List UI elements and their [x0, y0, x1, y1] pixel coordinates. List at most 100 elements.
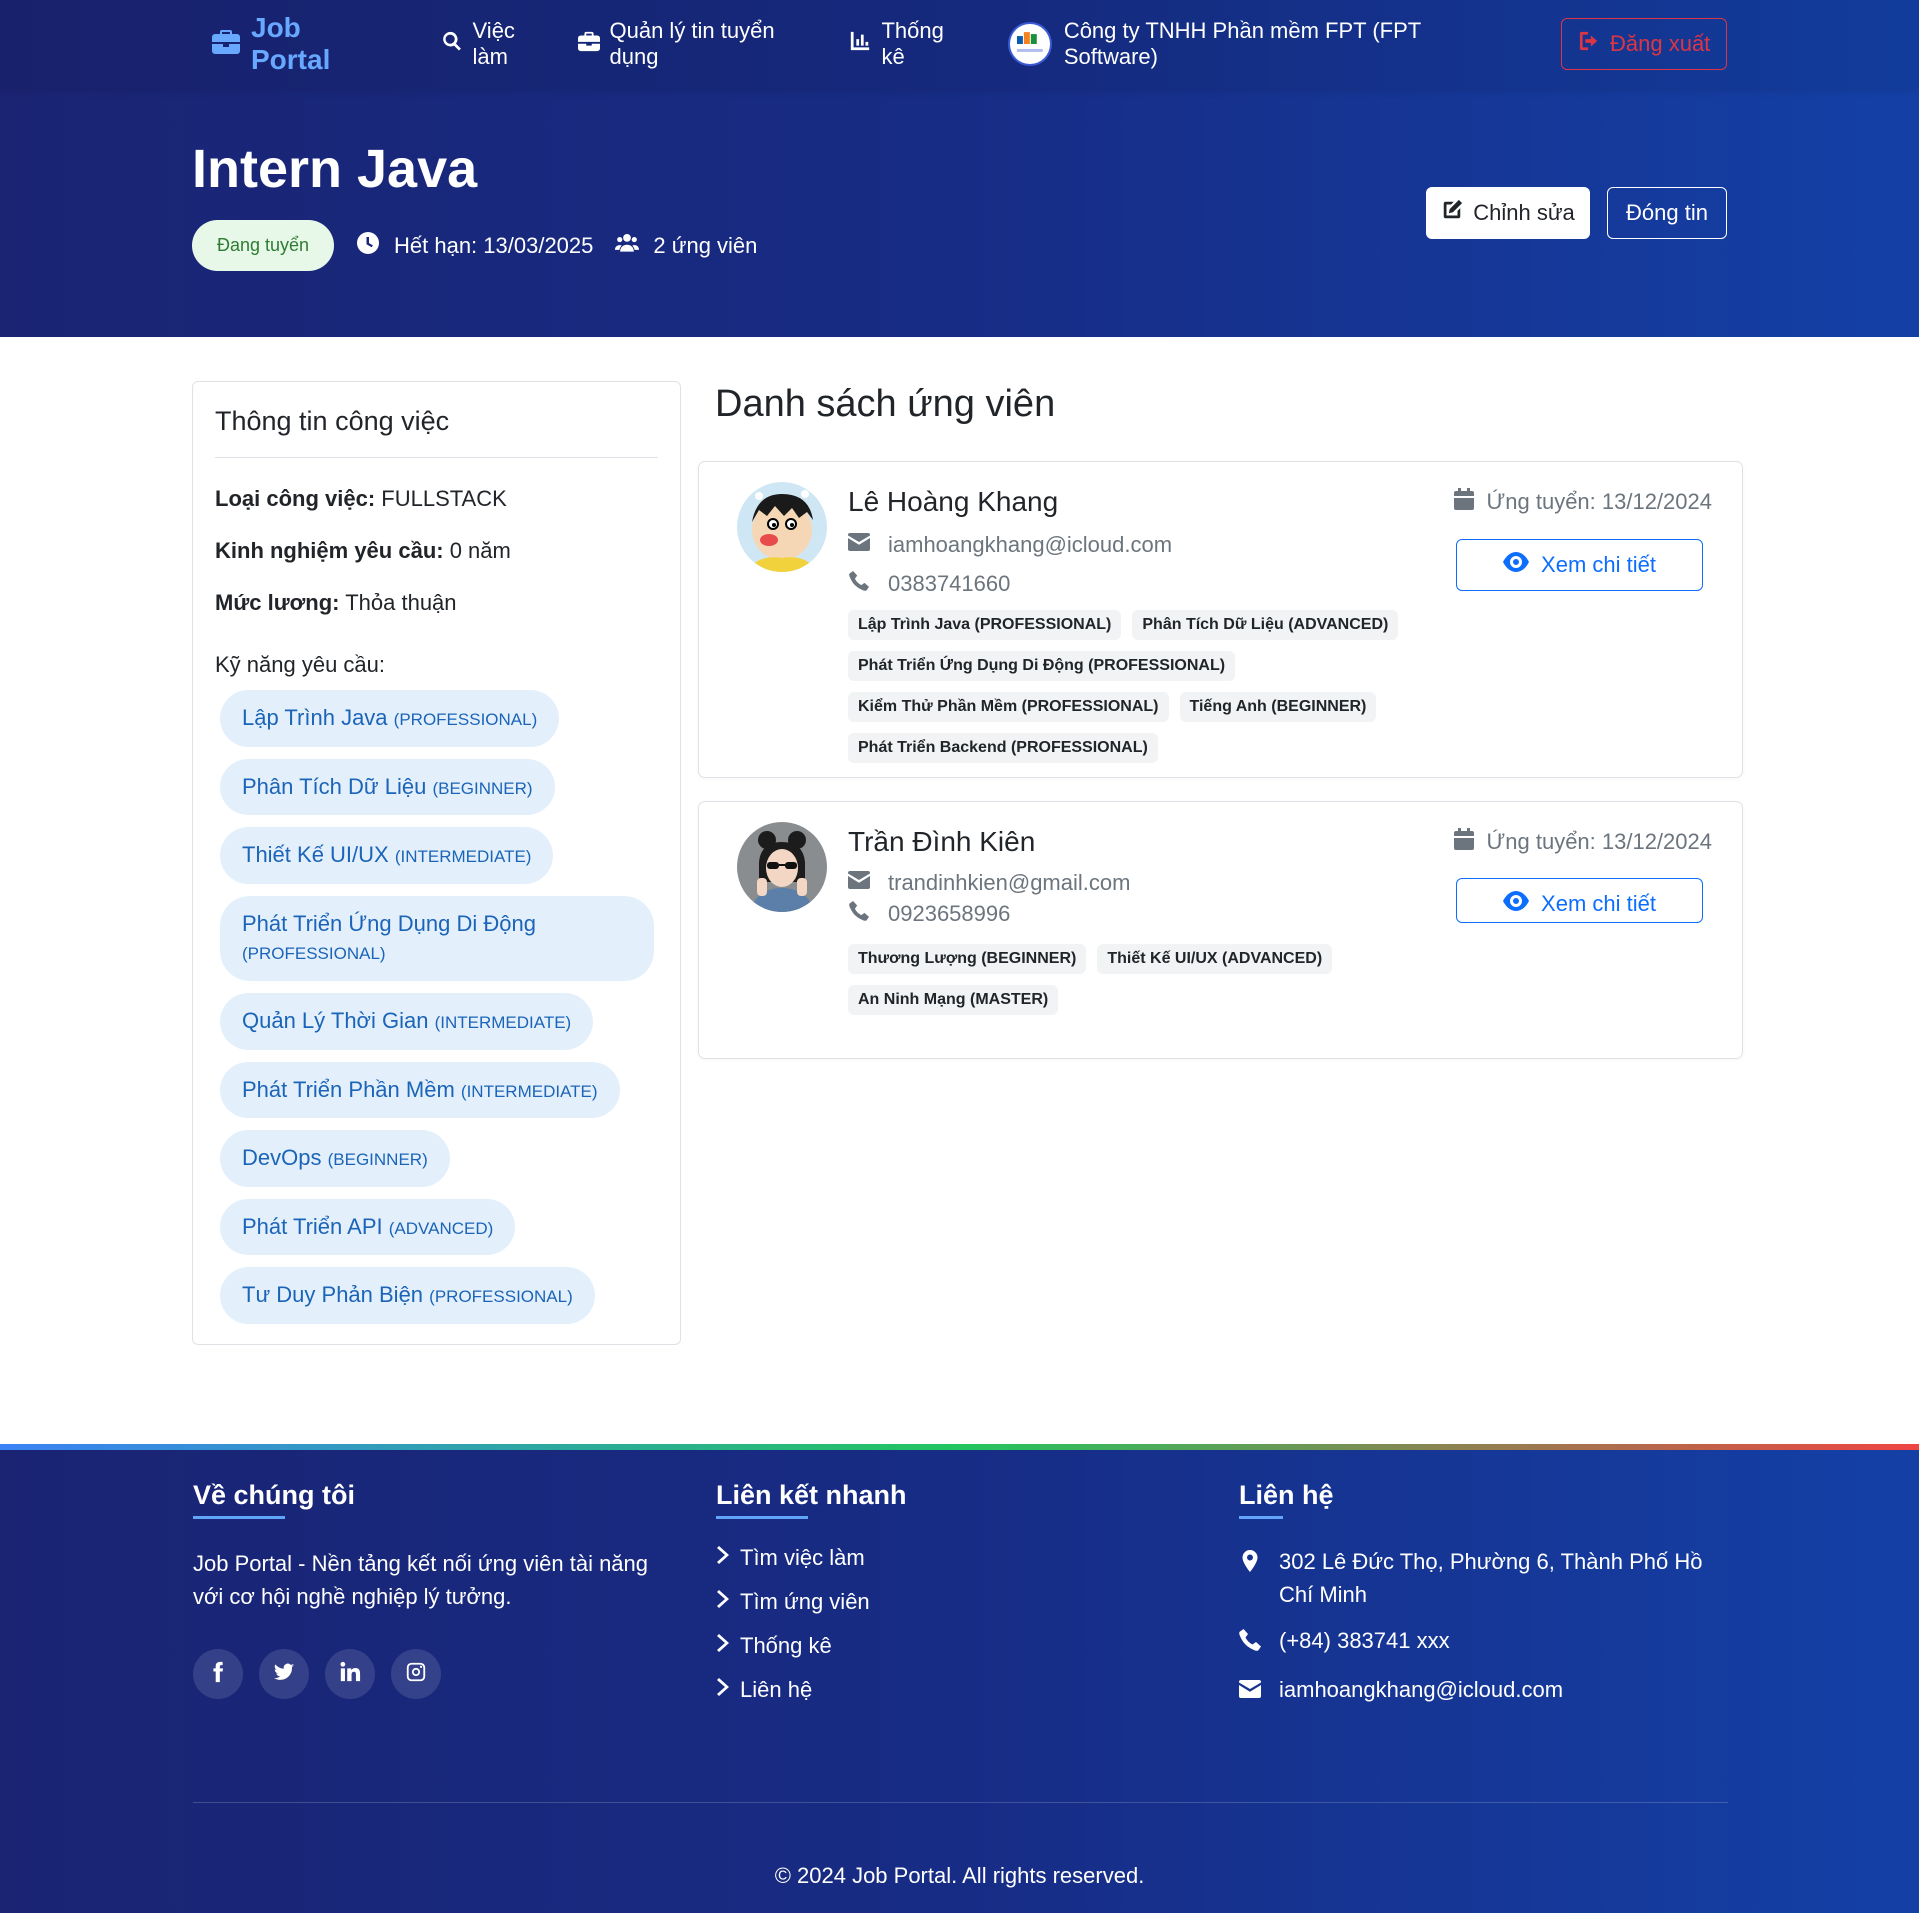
- candidate-phone: 0923658996: [848, 901, 1010, 927]
- map-marker-icon: [1239, 1545, 1261, 1611]
- deadline: Hết hạn: 13/03/2025: [356, 231, 593, 261]
- footer-about: Về chúng tôi Job Portal - Nền tảng kết n…: [193, 1480, 663, 1699]
- search-icon: [441, 30, 463, 58]
- required-skills-list: Lập Trình Java (PROFESSIONAL) Phân Tích …: [215, 690, 658, 1336]
- skill-name: Phát Triển Phần Mềm: [242, 1076, 455, 1102]
- skill-level: (PROFESSIONAL): [393, 710, 538, 729]
- edit-label: Chỉnh sửa: [1473, 200, 1575, 225]
- candidate-card: Trần Đình Kiên trandinhkien@gmail.com 09…: [698, 801, 1743, 1059]
- job-type-value: FULLSTACK: [375, 486, 507, 511]
- quick-link-label: Tìm ứng viên: [740, 1589, 870, 1614]
- phone-icon: [848, 571, 870, 597]
- logout-button[interactable]: Đăng xuất: [1561, 18, 1727, 70]
- quick-link-contact[interactable]: Liên hệ: [716, 1677, 907, 1703]
- candidate-list-heading: Danh sách ứng viên: [715, 383, 1056, 425]
- quick-link-stats[interactable]: Thống kê: [716, 1633, 907, 1659]
- quick-link-label: Thống kê: [740, 1633, 832, 1658]
- candidate-skill-tags: Lập Trình Java (PROFESSIONAL) Phân Tích …: [848, 610, 1468, 763]
- eye-icon: [1503, 552, 1530, 578]
- candidate-card: Lê Hoàng Khang iamhoangkhang@icloud.com …: [698, 461, 1743, 778]
- experience-row: Kinh nghiệm yêu cầu: 0 năm: [215, 538, 658, 564]
- applicant-count-text: 2 ứng viên: [653, 232, 758, 258]
- skill-pill: Phát Triển API (ADVANCED): [220, 1198, 516, 1256]
- skill-name: Phát Triển API: [242, 1213, 383, 1239]
- candidate-section: Danh sách ứng viên Lê Hoàng Khang iamhoa…: [681, 337, 1743, 1137]
- phone-icon: [1239, 1624, 1261, 1660]
- linkedin-link[interactable]: [325, 1649, 375, 1699]
- skill-name: Phát Triển Ứng Dụng Di Động: [242, 910, 536, 936]
- skill-pill: Tư Duy Phản Biện (PROFESSIONAL): [220, 1267, 595, 1324]
- page-footer: Về chúng tôi Job Portal - Nền tảng kết n…: [0, 1444, 1919, 1913]
- skill-pill: Quản Lý Thời Gian (INTERMEDIATE): [220, 992, 594, 1050]
- nav-item-jobs[interactable]: Việc làm: [441, 18, 556, 70]
- instagram-link[interactable]: [391, 1649, 441, 1699]
- skill-level: (INTERMEDIATE): [434, 1012, 572, 1032]
- applied-date-text: Ứng tuyển: 13/12/2024: [1486, 829, 1712, 854]
- applied-date: Ứng tuyển: 13/12/2024: [1454, 828, 1712, 856]
- quick-link-find-jobs[interactable]: Tìm việc làm: [716, 1545, 907, 1571]
- job-type-label: Loại công việc:: [215, 486, 376, 511]
- salary-label: Mức lương:: [215, 590, 340, 615]
- salary-value: Thỏa thuận: [339, 590, 457, 615]
- skill-level: (ADVANCED): [388, 1218, 494, 1238]
- view-detail-button[interactable]: Xem chi tiết: [1456, 878, 1703, 923]
- skill-level: (INTERMEDIATE): [460, 1081, 598, 1101]
- skill-tag: Thương Lượng (BEGINNER): [848, 944, 1087, 974]
- skill-name: Thiết Kế UI/UX: [242, 842, 389, 868]
- avatar[interactable]: [737, 822, 827, 912]
- skill-pill: Phát Triển Phần Mềm (INTERMEDIATE): [220, 1061, 620, 1119]
- skill-level: (PROFESSIONAL): [429, 1287, 573, 1307]
- contact-address: 302 Lê Đức Thọ, Phường 6, Thành Phố Hồ C…: [1239, 1545, 1739, 1611]
- skill-tag: Thiết Kế UI/UX (ADVANCED): [1097, 944, 1333, 974]
- view-detail-button[interactable]: Xem chi tiết: [1456, 539, 1703, 591]
- skill-pill: Phát Triển Ứng Dụng Di Động (PROFESSIONAL…: [220, 895, 654, 981]
- calendar-icon: [1454, 828, 1475, 856]
- candidate-name: Lê Hoàng Khang: [848, 486, 1059, 517]
- skill-pill: Thiết Kế UI/UX (INTERMEDIATE): [220, 827, 554, 884]
- job-meta: Đang tuyển Hết hạn: 13/03/2025 2 ứng viê…: [192, 220, 757, 271]
- company-profile[interactable]: Công ty TNHH Phần mềm FPT (FPT Software): [1008, 18, 1517, 70]
- social-links: [193, 1649, 663, 1699]
- job-info-card: Thông tin công việc Loại công việc: FULL…: [192, 381, 681, 1345]
- brand-link[interactable]: Job Portal: [212, 12, 387, 76]
- skill-name: DevOps: [242, 1145, 322, 1171]
- candidate-email-text: iamhoangkhang@icloud.com: [888, 532, 1173, 557]
- skill-tag: Tiếng Anh (BEGINNER): [1179, 692, 1377, 722]
- chevron-right-icon: [716, 1589, 730, 1615]
- skill-tag: Lập Trình Java (PROFESSIONAL): [848, 610, 1122, 640]
- edit-button[interactable]: Chỉnh sửa: [1426, 187, 1590, 239]
- company-logo: [1008, 22, 1052, 66]
- twitter-link[interactable]: [259, 1649, 309, 1699]
- skill-tag: Phân Tích Dữ Liệu (ADVANCED): [1132, 610, 1399, 640]
- applied-date-text: Ứng tuyển: 13/12/2024: [1486, 489, 1712, 514]
- contact-phone-text: (+84) 383741 xxx: [1279, 1628, 1450, 1653]
- job-type-row: Loại công việc: FULLSTACK: [215, 486, 658, 512]
- nav-item-stats[interactable]: Thống kê: [849, 18, 972, 70]
- chevron-right-icon: [716, 1677, 730, 1703]
- footer-contact: Liên hệ 302 Lê Đức Thọ, Phường 6, Thành …: [1239, 1480, 1739, 1722]
- deadline-text: Hết hạn: 13/03/2025: [394, 232, 594, 258]
- candidate-phone-text: 0383741660: [888, 571, 1011, 596]
- nav-item-manage-postings[interactable]: Quản lý tin tuyển dụng: [577, 18, 828, 70]
- brand-name: Job Portal: [251, 12, 331, 75]
- main-content: Thông tin công việc Loại công việc: FULL…: [192, 337, 1743, 1444]
- facebook-icon: [207, 1661, 229, 1688]
- nav-item-label: Thống kê: [881, 18, 944, 69]
- nav-item-label: Quản lý tin tuyển dụng: [609, 18, 775, 69]
- view-detail-label: Xem chi tiết: [1541, 891, 1656, 916]
- facebook-link[interactable]: [193, 1649, 243, 1699]
- quick-link-find-candidates[interactable]: Tìm ứng viên: [716, 1589, 907, 1615]
- navbar: Job Portal Việc làm Quản lý tin tuyển dụ…: [0, 0, 1919, 88]
- quick-link-label: Liên hệ: [740, 1677, 813, 1702]
- status-badge: Đang tuyển: [192, 220, 334, 271]
- avatar[interactable]: [737, 482, 827, 572]
- candidate-email: iamhoangkhang@icloud.com: [848, 532, 1172, 558]
- envelope-icon: [848, 870, 870, 896]
- job-actions: Chỉnh sửa Đóng tin: [1426, 187, 1727, 239]
- logout-label: Đăng xuất: [1610, 31, 1711, 56]
- users-icon: [615, 231, 640, 261]
- envelope-icon: [848, 532, 870, 558]
- footer-links-title: Liên kết nhanh: [716, 1480, 907, 1519]
- footer-quick-links: Liên kết nhanh Tìm việc làm Tìm ứng viên…: [716, 1480, 907, 1721]
- close-posting-button[interactable]: Đóng tin: [1607, 187, 1727, 239]
